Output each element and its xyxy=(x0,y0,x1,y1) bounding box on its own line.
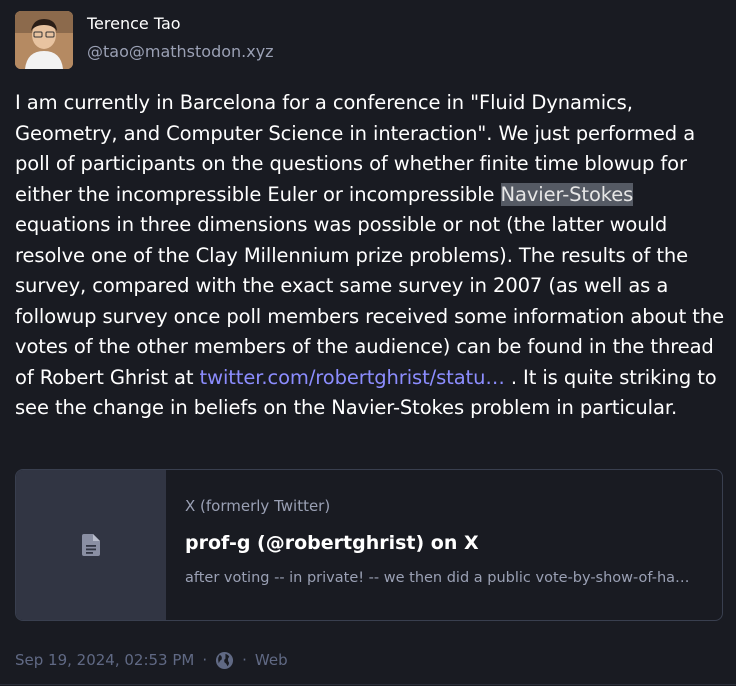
link-preview-card[interactable]: X (formerly Twitter) prof-g (@robertghri… xyxy=(15,469,723,621)
card-title[interactable]: prof-g (@robertghrist) on X xyxy=(185,530,722,556)
twitter-link[interactable]: twitter.com/robertghrist/statu… xyxy=(200,366,505,389)
status-post: Terence Tao @tao@mathstodon.xyz I am cur… xyxy=(0,0,736,686)
content-text: equations in three dimensions was possib… xyxy=(15,213,724,389)
meta-separator: · xyxy=(202,651,208,669)
document-icon xyxy=(82,534,100,556)
status-timestamp[interactable]: Sep 19, 2024, 02:53 PM xyxy=(15,650,194,670)
card-thumbnail[interactable] xyxy=(16,470,166,620)
divider xyxy=(0,684,736,685)
status-content: I am currently in Barcelona for a confer… xyxy=(15,88,725,424)
globe-icon xyxy=(215,651,234,670)
status-application: Web xyxy=(254,651,288,669)
author-handle[interactable]: @tao@mathstodon.xyz xyxy=(87,41,274,63)
avatar[interactable] xyxy=(15,11,73,69)
card-description: after voting -- in private! -- we then d… xyxy=(185,570,690,586)
highlighted-term: Navier-Stokes xyxy=(500,182,634,206)
card-provider: X (formerly Twitter) xyxy=(185,497,331,515)
author-display-name[interactable]: Terence Tao xyxy=(87,13,274,35)
avatar-image xyxy=(15,11,73,69)
meta-separator: · xyxy=(242,651,247,669)
author-link[interactable]: Terence Tao @tao@mathstodon.xyz xyxy=(15,11,274,69)
status-meta: Sep 19, 2024, 02:53 PM · · Web xyxy=(15,650,288,670)
